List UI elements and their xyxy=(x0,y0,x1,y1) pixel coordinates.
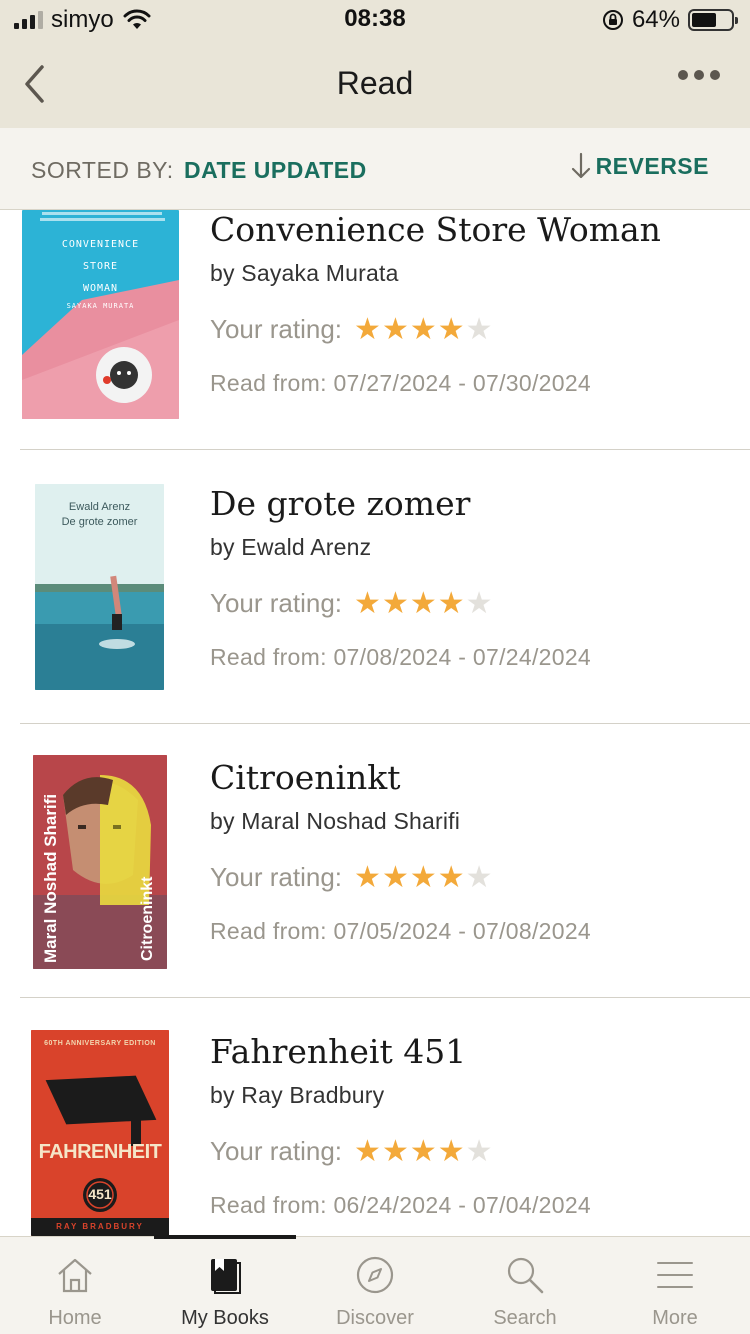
star-filled-icon[interactable]: ★ xyxy=(382,588,409,619)
rating-row: Your rating: ★ ★ ★ ★ ★ xyxy=(210,314,493,345)
star-filled-icon[interactable]: ★ xyxy=(382,314,409,345)
menu-icon xyxy=(657,1262,693,1288)
star-filled-icon[interactable]: ★ xyxy=(410,1136,437,1167)
book-author[interactable]: by Sayaka Murata xyxy=(210,260,399,287)
more-options-button[interactable] xyxy=(678,70,720,80)
star-filled-icon[interactable]: ★ xyxy=(354,314,381,345)
cover-text: STORE xyxy=(82,261,119,272)
dot-icon xyxy=(710,70,720,80)
read-dates: Read from: 07/05/2024 - 07/08/2024 xyxy=(210,918,592,944)
read-dates: Read from: 07/27/2024 - 07/30/2024 xyxy=(210,370,592,396)
cover-text: Ewald Arenz xyxy=(68,501,131,513)
star-empty-icon[interactable]: ★ xyxy=(466,1136,493,1167)
cover-text: FAHRENHEIT xyxy=(38,1141,162,1163)
star-filled-icon[interactable]: ★ xyxy=(438,862,465,893)
rating-label: Your rating: xyxy=(210,1136,343,1166)
cover-text: CONVENIENCE xyxy=(61,239,140,250)
read-dates: Read from: 06/24/2024 - 07/04/2024 xyxy=(210,1192,592,1218)
status-bar: simyo 08:38 64% xyxy=(0,0,750,40)
cover-text: De grote zomer xyxy=(61,516,138,528)
book-author[interactable]: by Maral Noshad Sharifi xyxy=(210,808,460,835)
star-rating[interactable]: ★ ★ ★ ★ ★ xyxy=(354,862,493,893)
my-books-icon xyxy=(211,1259,241,1294)
home-icon xyxy=(58,1258,92,1293)
star-rating[interactable]: ★ ★ ★ ★ ★ xyxy=(354,1136,493,1167)
rating-label: Your rating: xyxy=(210,314,343,344)
reverse-label: REVERSE xyxy=(595,152,709,179)
star-filled-icon[interactable]: ★ xyxy=(438,1136,465,1167)
tab-discover[interactable]: Discover xyxy=(300,1237,450,1334)
star-filled-icon[interactable]: ★ xyxy=(438,588,465,619)
compass-icon xyxy=(356,1256,394,1294)
page-title: Read xyxy=(336,65,414,101)
star-filled-icon[interactable]: ★ xyxy=(410,862,437,893)
rating-row: Your rating: ★ ★ ★ ★ ★ xyxy=(210,1136,493,1167)
star-rating[interactable]: ★ ★ ★ ★ ★ xyxy=(354,588,493,619)
star-filled-icon[interactable]: ★ xyxy=(354,862,381,893)
cover-text: 60TH ANNIVERSARY EDITION xyxy=(44,1040,156,1047)
arrow-down-icon xyxy=(571,152,590,179)
sort-label: SORTED BY: xyxy=(31,157,174,183)
navigation-bar: Read xyxy=(0,40,750,128)
status-right: 64% xyxy=(602,6,738,34)
tab-label: Search xyxy=(493,1307,557,1329)
cover-text: 451 xyxy=(88,1186,112,1202)
star-filled-icon[interactable]: ★ xyxy=(382,1136,409,1167)
tab-label: Discover xyxy=(336,1307,414,1329)
book-cover-image[interactable]: 60TH ANNIVERSARY EDITION FAHRENHEIT 451 … xyxy=(31,1030,169,1236)
book-title[interactable]: De grote zomer xyxy=(210,484,470,523)
sort-bar: SORTED BY: DATE UPDATED REVERSE xyxy=(0,128,750,210)
book-title[interactable]: Fahrenheit 451 xyxy=(210,1032,466,1071)
tab-label: Home xyxy=(48,1307,102,1329)
star-filled-icon[interactable]: ★ xyxy=(410,314,437,345)
book-list: CONVENIENCE STORE WOMAN SAYAKA MURATA Co… xyxy=(0,210,750,1236)
book-cover-image[interactable]: Maral Noshad Sharifi Citroeninkt xyxy=(33,755,167,969)
book-title[interactable]: Citroeninkt xyxy=(210,758,401,797)
tab-more[interactable]: More xyxy=(600,1237,750,1334)
search-icon xyxy=(507,1257,544,1294)
cover-text: Maral Noshad Sharifi xyxy=(41,793,60,963)
tab-bar: Home My Books Discover Search More xyxy=(0,1235,750,1334)
rating-label: Your rating: xyxy=(210,588,343,618)
star-empty-icon[interactable]: ★ xyxy=(466,314,493,345)
book-author[interactable]: by Ray Bradbury xyxy=(210,1082,384,1109)
cover-text: SAYAKA MURATA xyxy=(66,302,135,310)
reverse-button[interactable]: REVERSE xyxy=(570,152,709,180)
dot-icon xyxy=(678,70,688,80)
battery-percent: 64% xyxy=(631,6,680,33)
cover-text: RAY BRADBURY xyxy=(56,1222,144,1231)
cover-text: Citroeninkt xyxy=(139,876,156,961)
tab-search[interactable]: Search xyxy=(450,1237,600,1334)
star-filled-icon[interactable]: ★ xyxy=(382,862,409,893)
orientation-lock-icon xyxy=(602,10,623,30)
star-filled-icon[interactable]: ★ xyxy=(354,588,381,619)
battery-icon xyxy=(688,9,738,31)
read-dates: Read from: 07/08/2024 - 07/24/2024 xyxy=(210,644,592,670)
rating-label: Your rating: xyxy=(210,862,343,892)
tab-label: My Books xyxy=(181,1307,269,1329)
dot-icon xyxy=(694,70,704,80)
sort-by-button[interactable]: DATE UPDATED xyxy=(184,157,367,184)
tab-home[interactable]: Home xyxy=(0,1237,150,1334)
book-row[interactable]: Maral Noshad Sharifi Citroeninkt Citroen… xyxy=(20,724,750,998)
rating-row: Your rating: ★ ★ ★ ★ ★ xyxy=(210,588,493,619)
book-cover-image[interactable]: Ewald Arenz De grote zomer xyxy=(35,484,164,690)
star-rating[interactable]: ★ ★ ★ ★ ★ xyxy=(354,314,493,345)
star-filled-icon[interactable]: ★ xyxy=(354,1136,381,1167)
book-row[interactable]: CONVENIENCE STORE WOMAN SAYAKA MURATA Co… xyxy=(20,210,750,450)
tab-my-books[interactable]: My Books xyxy=(150,1237,300,1334)
star-filled-icon[interactable]: ★ xyxy=(438,314,465,345)
book-title[interactable]: Convenience Store Woman xyxy=(210,210,661,249)
book-row[interactable]: Ewald Arenz De grote zomer De grote zome… xyxy=(20,450,750,724)
book-author[interactable]: by Ewald Arenz xyxy=(210,534,371,561)
tab-label: More xyxy=(652,1307,698,1329)
cover-text: WOMAN xyxy=(82,283,119,294)
book-cover-image[interactable]: CONVENIENCE STORE WOMAN SAYAKA MURATA xyxy=(22,210,179,419)
star-empty-icon[interactable]: ★ xyxy=(466,862,493,893)
star-empty-icon[interactable]: ★ xyxy=(466,588,493,619)
rating-row: Your rating: ★ ★ ★ ★ ★ xyxy=(210,862,493,893)
book-row[interactable]: 60TH ANNIVERSARY EDITION FAHRENHEIT 451 … xyxy=(20,998,750,1236)
star-filled-icon[interactable]: ★ xyxy=(410,588,437,619)
